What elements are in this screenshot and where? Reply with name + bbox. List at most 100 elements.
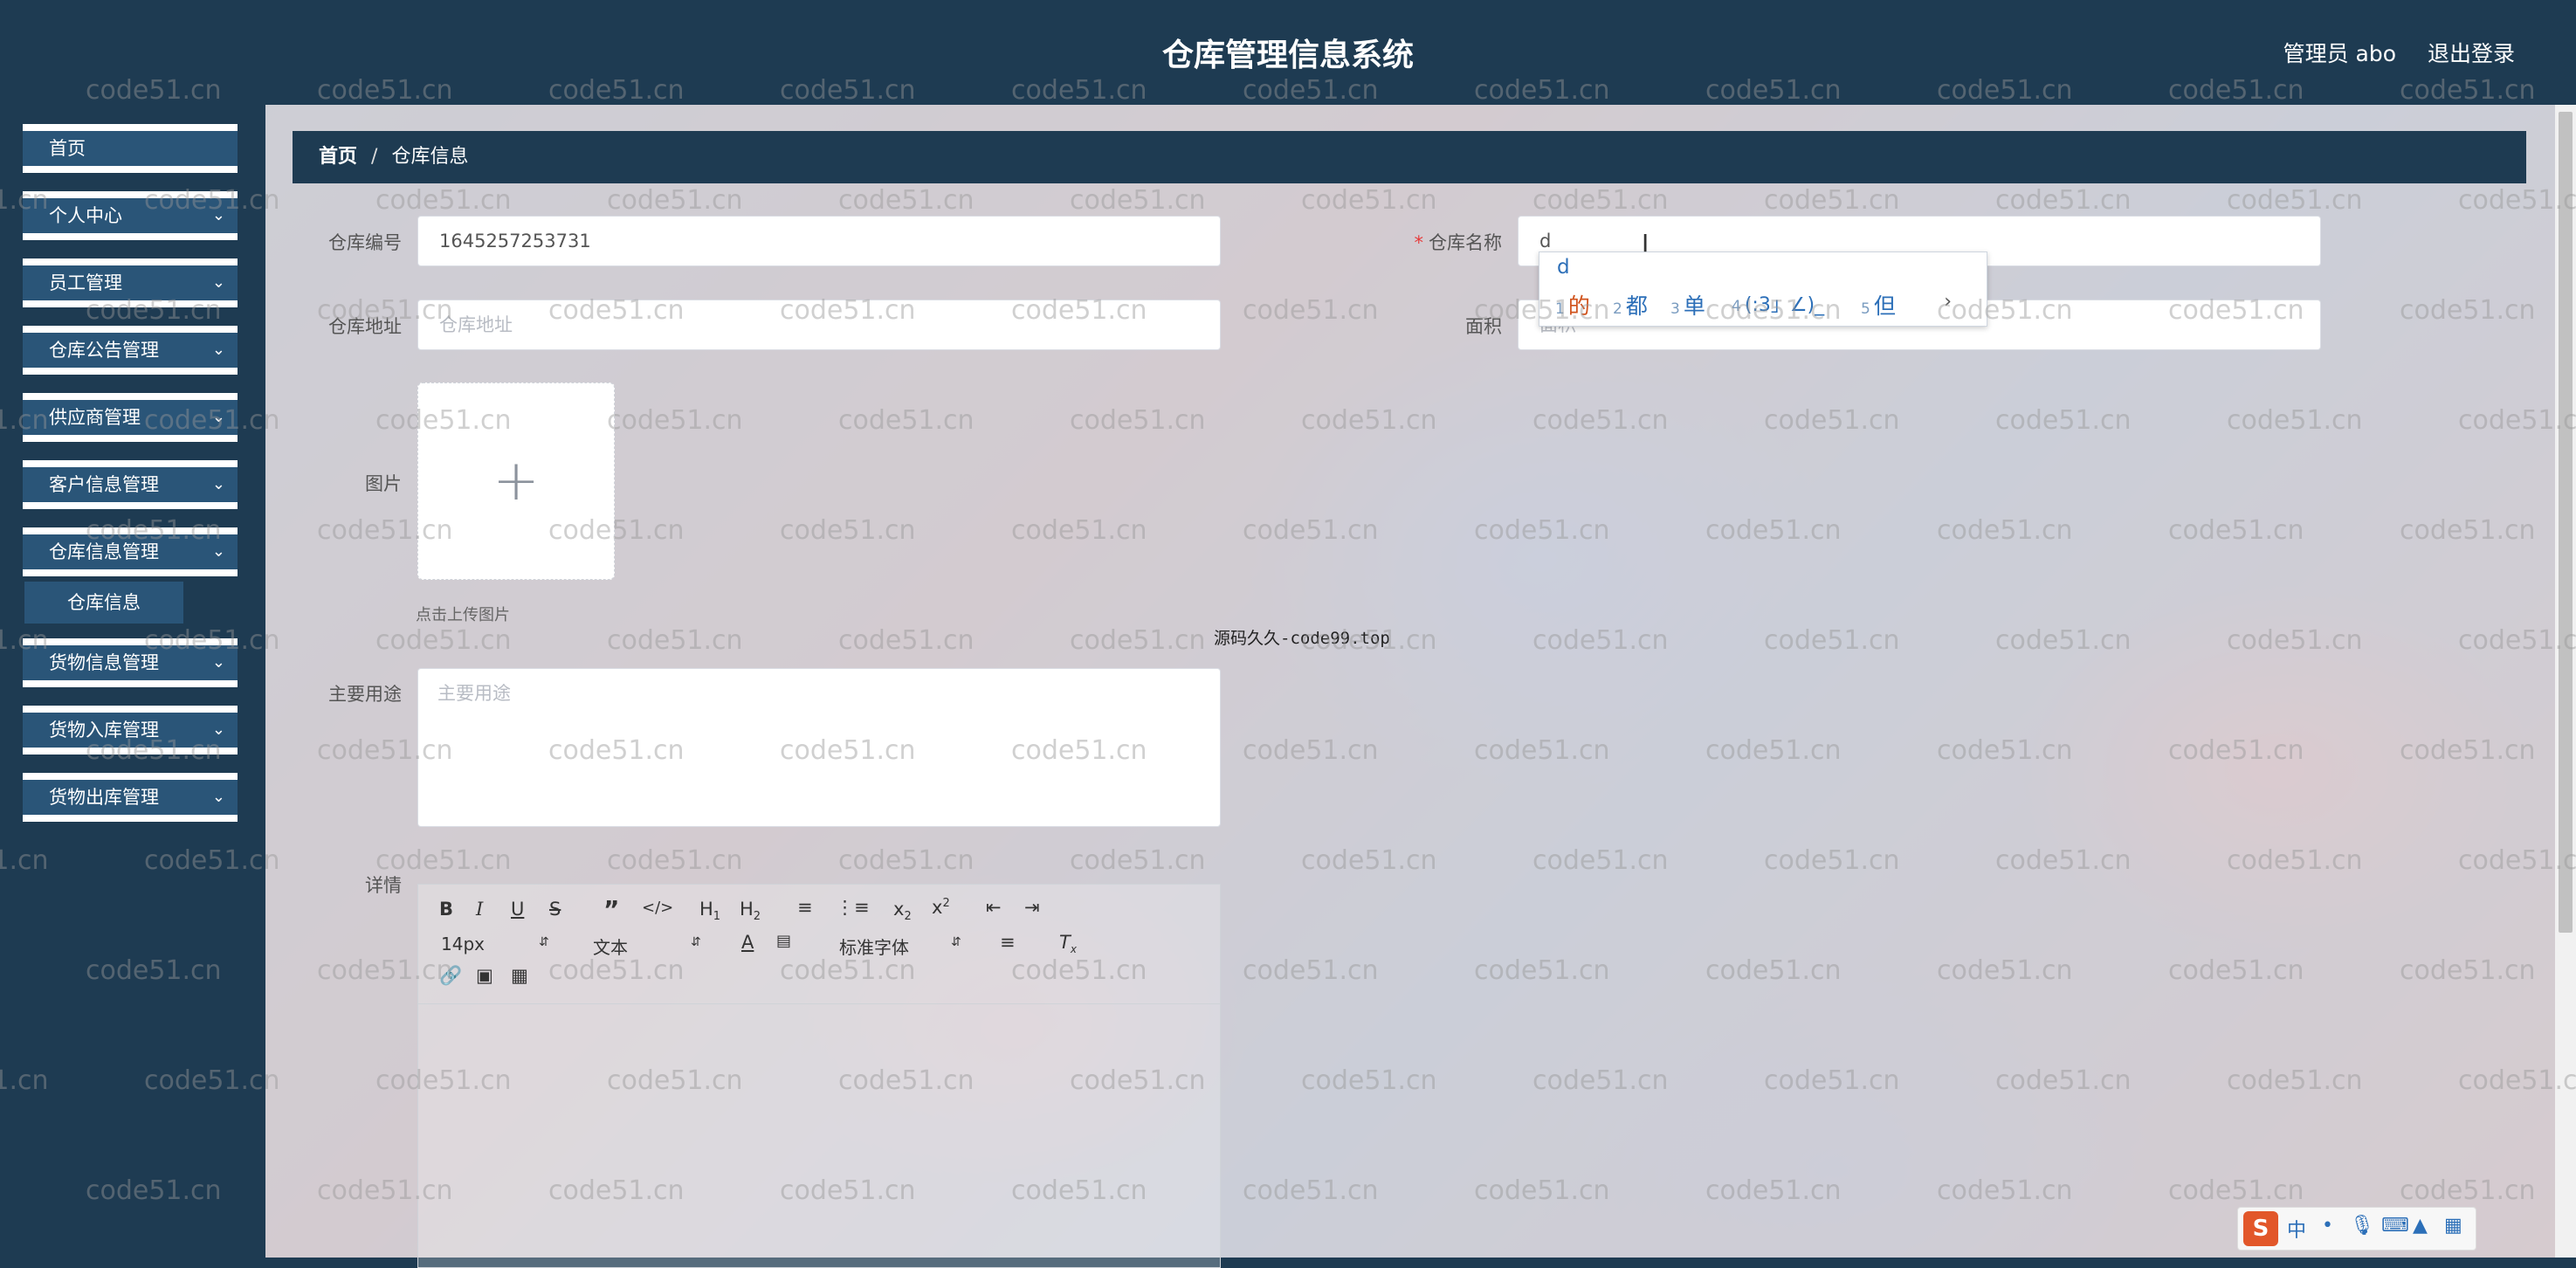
indent-left-icon[interactable]: ⇤	[986, 897, 1002, 918]
sidebar-item-staff[interactable]: 员工管理 ⌄	[23, 258, 238, 307]
underline-button[interactable]: U	[511, 899, 524, 920]
chevron-down-icon: ⌄	[211, 542, 225, 561]
submenu-warehouse-info[interactable]: 仓库信息	[24, 582, 183, 624]
subscript-button[interactable]: x2	[893, 899, 912, 923]
code-block-icon[interactable]: </>	[642, 899, 673, 917]
current-user: 管理员 abo	[2283, 41, 2396, 66]
sidebar-item-warehouse[interactable]: 仓库信息管理 ⌄	[23, 527, 238, 576]
sidebar-item-home[interactable]: 首页	[23, 124, 238, 173]
address-input[interactable]: 仓库地址	[417, 300, 1221, 350]
ordered-list-icon[interactable]: ≡	[797, 897, 813, 918]
ime-candidate-text: 的	[1567, 293, 1590, 319]
sidebar-item-notice[interactable]: 仓库公告管理 ⌄	[23, 326, 238, 375]
blockquote-icon[interactable]: ”	[603, 895, 619, 924]
overlay-source-text: 源码久久-code99.top	[1214, 629, 1390, 648]
microphone-icon[interactable]: 🎙	[2350, 1215, 2374, 1237]
warehouse-no-label: 仓库编号	[328, 232, 402, 253]
bold-button[interactable]: B	[439, 899, 453, 920]
text-cursor-icon: I	[1642, 229, 1650, 258]
sidebar-item-label: 货物信息管理	[49, 652, 159, 673]
upload-tip: 点击上传图片	[416, 606, 510, 624]
ime-candidate-text: (:3」∠)_	[1744, 294, 1825, 316]
app-title: 仓库管理信息系统	[1161, 38, 1414, 73]
sidebar-item-supplier[interactable]: 供应商管理 ⌄	[23, 393, 238, 442]
address-placeholder: 仓库地址	[439, 314, 513, 335]
sidebar-item-label: 员工管理	[49, 272, 122, 293]
ime-candidate[interactable]: 2都	[1613, 289, 1648, 320]
ime-candidate-number: 1	[1555, 300, 1565, 318]
chevron-down-icon: ⌄	[211, 653, 225, 672]
breadcrumb: 首页 / 仓库信息	[293, 131, 2526, 183]
indent-right-icon[interactable]: ⇥	[1024, 897, 1040, 918]
ime-candidate-popup: d 1的 2都 3单 4 (:3」∠)_ 5但 ›	[1539, 252, 1987, 327]
block-format-select[interactable]: 文本	[593, 934, 628, 959]
sidebar-item-customer[interactable]: 客户信息管理 ⌄	[23, 460, 238, 509]
ime-input-text: d	[1557, 256, 1570, 279]
ime-next-page-icon[interactable]: ›	[1944, 291, 1952, 313]
font-family-select[interactable]: 标准字体	[839, 934, 909, 959]
sidebar-item-goods[interactable]: 货物信息管理 ⌄	[23, 638, 238, 687]
chevron-down-icon: ⌄	[211, 273, 225, 292]
keyboard-icon[interactable]: ⌨	[2381, 1215, 2409, 1237]
breadcrumb-home[interactable]: 首页	[319, 146, 357, 168]
punctuation-icon[interactable]: •	[2322, 1215, 2333, 1237]
ime-candidate[interactable]: 1的	[1555, 289, 1590, 320]
usage-textarea[interactable]: 主要用途	[417, 668, 1221, 827]
usage-placeholder: 主要用途	[437, 683, 511, 704]
sidebar-item-inbound[interactable]: 货物入库管理 ⌄	[23, 706, 238, 755]
sidebar-item-label: 货物入库管理	[49, 720, 159, 741]
ime-candidate-text: 单	[1683, 293, 1705, 319]
required-mark: *	[1414, 232, 1424, 253]
image-icon[interactable]: ▣	[476, 965, 493, 986]
skin-icon[interactable]: ▲	[2413, 1215, 2428, 1237]
ime-candidate-number: 2	[1613, 300, 1622, 318]
warehouse-name-value: d	[1539, 231, 1552, 252]
ime-candidate-text: 但	[1873, 293, 1896, 319]
ime-candidate-number: 3	[1670, 300, 1680, 318]
sogou-logo[interactable]: S	[2243, 1211, 2278, 1246]
bullet-list-icon[interactable]: ⋮≡	[836, 897, 870, 918]
ime-lang-toggle[interactable]: 中	[2287, 1215, 2306, 1243]
scrollbar-thumb[interactable]	[2559, 112, 2573, 933]
rich-text-editor[interactable]: B I U S ” </> H1 H2 ≡ ⋮≡ x2 x2 ⇤ ⇥ 14px …	[417, 884, 1221, 1268]
chevron-down-icon: ⌄	[211, 341, 225, 359]
ime-candidate-number: 4	[1732, 298, 1741, 315]
text-color-icon[interactable]: A	[741, 932, 754, 953]
header-2-button[interactable]: H2	[740, 899, 761, 923]
italic-button[interactable]: I	[476, 899, 483, 920]
area-label: 面积	[1465, 316, 1502, 337]
editor-toolbar: B I U S ” </> H1 H2 ≡ ⋮≡ x2 x2 ⇤ ⇥ 14px …	[418, 885, 1220, 1004]
ime-candidate[interactable]: 3单	[1670, 289, 1705, 320]
clean-format-icon[interactable]: Tx	[1059, 932, 1077, 955]
link-icon[interactable]: 🔗	[439, 965, 462, 987]
warehouse-no-input[interactable]: 1645257253731	[417, 216, 1221, 266]
strike-button[interactable]: S	[549, 899, 561, 920]
align-icon[interactable]: ≡	[1000, 932, 1016, 953]
ime-candidate[interactable]: 5但	[1861, 289, 1896, 320]
header-1-button[interactable]: H1	[699, 899, 720, 923]
ime-candidate-text: 都	[1625, 293, 1648, 319]
plus-icon: +	[492, 449, 540, 513]
sidebar-item-personal-center[interactable]: 个人中心 ⌄	[23, 191, 238, 240]
image-upload[interactable]: +	[417, 382, 615, 580]
ime-candidate[interactable]: 4 (:3」∠)_	[1732, 289, 1824, 317]
detail-label: 详情	[365, 875, 402, 896]
warehouse-name-label-text: 仓库名称	[1429, 232, 1502, 253]
breadcrumb-current: 仓库信息	[391, 146, 469, 168]
sidebar-item-outbound[interactable]: 货物出库管理 ⌄	[23, 773, 238, 822]
sidebar-item-label: 首页	[49, 138, 86, 159]
superscript-button[interactable]: x2	[932, 897, 950, 918]
ime-toolbar: S 中 • 🎙 ⌨ ▲ ▦	[2237, 1207, 2476, 1251]
logout-link[interactable]: 退出登录	[2428, 37, 2515, 68]
background-color-icon[interactable]: ▤	[776, 932, 791, 950]
select-caret-icon: ⇵	[691, 935, 701, 949]
chevron-down-icon: ⌄	[211, 206, 225, 224]
page-scrollbar[interactable]	[2555, 105, 2576, 1258]
toolbox-icon[interactable]: ▦	[2444, 1215, 2462, 1237]
sidebar: 首页 个人中心 ⌄ 员工管理 ⌄ 仓库公告管理 ⌄ 供应商管理 ⌄ 客户信息管理 ⌄ 仓库…	[0, 105, 265, 1258]
video-icon[interactable]: ▦	[511, 965, 528, 986]
font-size-select[interactable]: 14px	[441, 934, 485, 954]
select-caret-icon: ⇵	[951, 935, 961, 949]
chevron-down-icon: ⌄	[211, 408, 225, 426]
usage-label: 主要用途	[328, 684, 402, 705]
